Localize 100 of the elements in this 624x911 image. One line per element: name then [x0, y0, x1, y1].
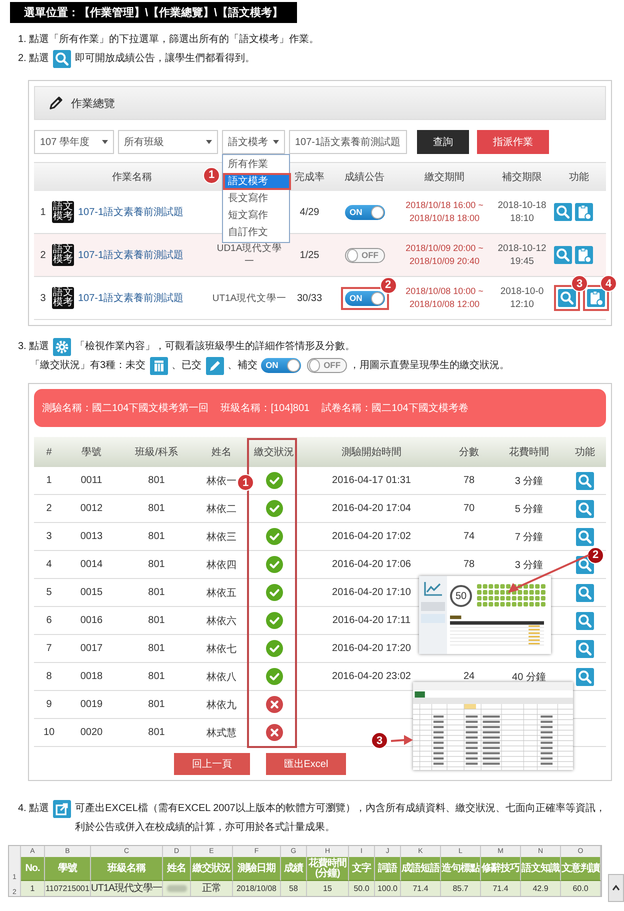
step-number-badge: 1	[237, 474, 254, 491]
table-cell: 1	[46, 475, 52, 486]
table-cell: 7	[46, 643, 52, 654]
table-cell: 15	[307, 881, 349, 896]
table-cell-text: 林依七	[206, 642, 236, 656]
table-cell: 3	[46, 531, 52, 542]
column-header: 班級名稱	[91, 857, 163, 881]
table-cell-text: 林式慧	[206, 726, 236, 740]
instruction-text: 4. 點選	[18, 802, 50, 816]
step-number-badge: 4	[600, 275, 617, 292]
table-icon	[150, 356, 168, 374]
table-cell: 801	[148, 559, 165, 570]
table-cell: 24	[463, 671, 475, 682]
table-cell-text: 林依二	[206, 502, 236, 516]
step-number-badge: 3	[371, 732, 388, 749]
column-header: 繳交期間	[424, 170, 464, 184]
table-cell: 801	[148, 699, 165, 710]
column-header: 作業名稱	[112, 170, 152, 184]
table-cell: 2016-04-20 23:02	[332, 671, 411, 682]
table-cell: 0015	[80, 587, 103, 598]
clipboard-icon[interactable]	[587, 289, 605, 307]
table-cell: 0014	[80, 559, 103, 570]
table-cell: 78	[463, 475, 475, 486]
table-cell: UT1A現代文學一	[212, 292, 287, 304]
table-cell-text: 3 分鐘	[514, 558, 544, 572]
table-cell: 0012	[80, 503, 103, 514]
table-cell: 4	[46, 559, 52, 570]
action-button[interactable]: 回上一頁	[174, 753, 250, 775]
table-cell: 801	[148, 503, 165, 514]
table-cell: 8	[46, 671, 52, 682]
table-cell: 0011	[80, 475, 102, 486]
table-cell: 0018	[80, 671, 103, 682]
instruction-text: 即可開放成績公告，讓學生們都看得到。	[75, 52, 256, 66]
date-range-text: 2018/10/18 16:00 ~ 2018/10/18 18:00	[404, 199, 484, 225]
dropdown[interactable]: 語文模考	[222, 130, 285, 154]
date-range-text: 2018/10/08 10:00 ~ 2018/10/08 12:00	[404, 285, 484, 311]
caret-icon	[206, 140, 212, 144]
clipboard-icon[interactable]	[575, 246, 593, 264]
search-button[interactable]: 查詢	[417, 130, 469, 154]
search-icon	[53, 50, 72, 68]
table-cell: 正常	[191, 881, 233, 896]
table-cell: 0013	[80, 531, 103, 542]
assign-button[interactable]: 指派作業	[477, 130, 549, 154]
table-cell: 74	[463, 531, 475, 542]
clipboard-icon[interactable]	[575, 203, 593, 221]
score-badge: 50	[450, 585, 472, 607]
assignment-link[interactable]: 107-1語文素養前測試題	[78, 248, 184, 262]
column-header: 花費時間	[508, 446, 550, 459]
dropdown-option[interactable]: 自訂作文	[223, 224, 289, 241]
table-cell: 2016-04-20 17:06	[332, 559, 411, 570]
action-button[interactable]: 匯出Excel	[266, 753, 346, 775]
column-header: 補交期限	[502, 170, 542, 184]
table-cell: 100.0	[375, 881, 401, 896]
table-cell: 801	[148, 643, 165, 654]
chart-icon	[424, 582, 442, 596]
column-header: 成績公告	[344, 170, 384, 184]
step-number-badge: 2	[587, 546, 604, 564]
column-header: 語文知識	[521, 857, 561, 881]
table-cell-text: 4/29	[298, 206, 320, 218]
table-cell: 58	[281, 881, 307, 896]
arrow	[390, 735, 413, 745]
table-cell: 801	[148, 587, 165, 598]
chevron-up-icon	[612, 885, 620, 891]
dropdown-option[interactable]: 長文寫作	[223, 190, 289, 207]
dropdown-option[interactable]: 短文寫作	[223, 207, 289, 224]
table-cell: 60.0	[561, 881, 601, 896]
sidebar-tabs-drawing	[421, 602, 445, 624]
dropdown[interactable]: 107 學年度	[34, 130, 114, 154]
instruction-text: 可產出EXCEL檔（需有EXCEL 2007以上版本的軟體方可瀏覽），內含所有成績資料、繳交狀況、七面向正確率等資訊，利於公告或併入在校成績的計算，亦可用於各式計量成果。	[75, 802, 606, 835]
scroll-top-button[interactable]	[608, 874, 624, 902]
corner-cell	[9, 846, 21, 857]
date-range-text: 2018/10/09 20:00 ~ 2018/10/09 20:40	[404, 242, 484, 268]
table-cell: 2016-04-20 17:20	[332, 643, 411, 654]
dot-grid-drawing	[477, 583, 547, 609]
table-cell-text: 3 分鐘	[514, 474, 544, 488]
input-field[interactable]: 107-1語文素養前測試題	[289, 130, 407, 154]
column-header: 花費時間(分鐘)	[307, 857, 349, 881]
table-cell-text: 林依九	[206, 698, 236, 712]
table-cell: 0019	[80, 699, 103, 710]
step-number-badge: 2	[380, 276, 396, 294]
instruction-text: ，用圖示直覺呈現學生的繳交狀況。	[350, 358, 511, 373]
table-cell: 78	[463, 559, 475, 570]
table-cell-text: 3	[39, 292, 47, 304]
table-cell-text: UD1A現代文學一	[216, 242, 284, 268]
table-cell: 2016-04-20 17:10	[332, 587, 411, 598]
assignment-link[interactable]: 107-1語文素養前測試題	[78, 291, 184, 305]
column-header: 測驗日期	[233, 857, 281, 881]
table-cell-text: 林依四	[206, 558, 236, 572]
dropdown[interactable]: 所有班級	[118, 130, 218, 154]
column-header: 文意判讀	[561, 857, 601, 881]
table-cell: 10	[43, 727, 55, 738]
table-cell: 70	[463, 503, 475, 514]
table-cell: 2016-04-20 17:02	[332, 531, 411, 542]
table-cell: 801	[148, 615, 165, 626]
instruction-text: 、已交	[172, 358, 202, 373]
column-header: 學號	[45, 857, 91, 881]
table-cell: UT1A現代文學一	[91, 881, 163, 896]
assignment-link[interactable]: 107-1語文素養前測試題	[78, 205, 184, 219]
table-cell: 801	[148, 727, 165, 738]
column-header: 成績	[281, 857, 307, 881]
